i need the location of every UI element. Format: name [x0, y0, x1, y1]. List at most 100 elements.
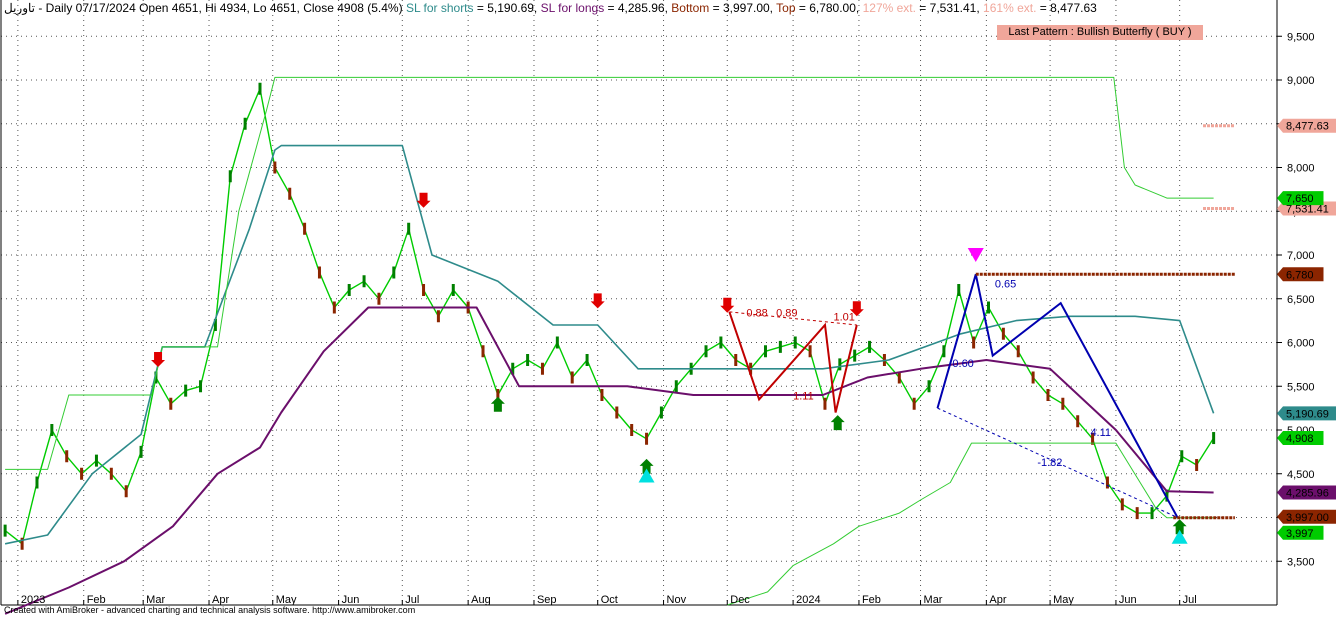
price-bar	[169, 397, 173, 410]
plot-frame	[0, 0, 1278, 606]
price-bar	[3, 524, 7, 537]
value-tag-label: 7,531.41	[1286, 204, 1329, 216]
sl-shorts-line	[4, 144, 1215, 545]
sl-shorts-label: SL for shorts	[405, 1, 474, 15]
price-bar	[139, 445, 143, 458]
price-bar	[704, 345, 708, 358]
x-tick-label: Apr	[989, 594, 1006, 606]
price-bar	[719, 336, 723, 349]
x-tick-label: Nov	[667, 594, 687, 606]
grid	[1, 0, 1277, 605]
price-bar	[957, 284, 961, 296]
price-bar	[823, 397, 827, 410]
buy-arrow-icon	[490, 396, 505, 412]
price-bar	[778, 340, 782, 353]
y-tick-label: 6,500	[1287, 294, 1315, 306]
harmonic-pattern-line	[936, 274, 1179, 518]
price-bar	[555, 336, 559, 349]
price-bar	[1001, 327, 1005, 340]
ratio-annotation: 0.65	[995, 278, 1016, 290]
price-bar	[377, 292, 381, 305]
price-bar	[184, 384, 188, 397]
x-tick-label: Mar	[924, 594, 943, 606]
y-tick-label: 8,000	[1287, 163, 1315, 175]
price-bar	[1120, 498, 1124, 511]
ext127-value: = 7,531.41,	[915, 1, 980, 15]
price-bar	[109, 467, 113, 480]
series-layer	[3, 76, 1216, 615]
ratio-annotation: 1.11	[793, 390, 814, 402]
ratio-annotation: -1.82	[1037, 457, 1062, 469]
close-line	[4, 88, 1215, 545]
ratio-annotation: 4.11	[1090, 427, 1111, 439]
price-bar	[912, 397, 916, 410]
price-bar	[630, 424, 634, 436]
y-tick-label: 7,000	[1287, 250, 1315, 262]
price-bar	[436, 310, 440, 323]
footer-credit: Created with AmiBroker - advanced charti…	[4, 605, 416, 615]
price-bar	[407, 222, 411, 235]
price-bar	[942, 345, 946, 358]
price-bar	[659, 406, 663, 419]
price-bar	[1212, 432, 1216, 445]
price-bar	[838, 358, 842, 371]
x-tick-label: Sep	[537, 594, 557, 606]
ratio-annotation: 0.88	[746, 307, 767, 319]
value-tag-label: 3,997	[1286, 528, 1314, 540]
price-bar	[808, 345, 812, 358]
ratio-annotation: 1.01	[833, 312, 854, 324]
price-bar	[1180, 450, 1184, 463]
price-bar	[763, 345, 767, 358]
price-bar	[1061, 397, 1065, 410]
price-bar	[540, 362, 544, 375]
ext127-label: 127% ext.	[862, 1, 916, 15]
ratio-annotation: 0.89	[776, 307, 797, 319]
sl-longs-line	[4, 306, 1214, 615]
top-value: = 6,780.00,	[795, 1, 860, 15]
sl-longs-value: = 4,285.96,	[604, 1, 668, 15]
price-bar	[65, 450, 69, 463]
sell-arrow-icon	[151, 352, 166, 367]
x-tick-label: 2024	[796, 594, 820, 606]
price-bar	[972, 336, 976, 349]
price-bar	[1105, 476, 1109, 489]
value-tag-label: 4,908	[1286, 433, 1314, 445]
sl-longs-label: SL for longs	[540, 1, 605, 15]
value-tag-label: 5,190.69	[1286, 408, 1329, 420]
pattern-buy-triangle-icon	[1171, 529, 1188, 544]
price-bar	[793, 336, 797, 349]
price-bar	[199, 380, 203, 393]
x-tick-label: Oct	[601, 594, 618, 606]
price-bar	[362, 275, 366, 288]
x-tick-label: May	[1053, 594, 1074, 606]
value-tag-label: 7,650	[1286, 193, 1314, 205]
price-bar	[585, 354, 589, 366]
price-bar	[347, 284, 351, 296]
price-bar	[600, 389, 604, 401]
price-bar	[1031, 371, 1035, 384]
price-bar	[481, 345, 485, 358]
price-bar	[35, 476, 39, 489]
chart-header: تاوريل - Daily 07/17/2024 Open 4651, Hi …	[4, 1, 1097, 15]
top-label: Top	[776, 1, 796, 15]
price-bar	[645, 432, 649, 445]
price-bar	[526, 354, 530, 366]
ohlc-info: - Daily 07/17/2024 Open 4651, Hi 4934, L…	[35, 1, 403, 15]
price-bar	[392, 266, 396, 279]
y-tick-label: 4,500	[1287, 469, 1315, 481]
price-bar	[853, 349, 857, 362]
y-tick-label: 5,500	[1287, 381, 1315, 393]
price-bar	[273, 161, 277, 174]
x-tick-label: Dec	[730, 594, 750, 606]
value-tag-label: 8,477.63	[1286, 121, 1329, 133]
y-tick-label: 9,500	[1287, 31, 1315, 43]
x-tick-label: Feb	[862, 594, 881, 606]
y-tick-label: 9,000	[1287, 75, 1315, 87]
sl-shorts-value: = 5,190.69,	[473, 1, 538, 15]
price-bar	[243, 117, 247, 130]
price-bar	[1076, 415, 1080, 428]
price-bar	[228, 170, 232, 183]
pattern-buy-triangle-icon	[638, 468, 655, 483]
price-bar	[422, 284, 426, 296]
y-tick-label: 6,000	[1287, 338, 1315, 350]
